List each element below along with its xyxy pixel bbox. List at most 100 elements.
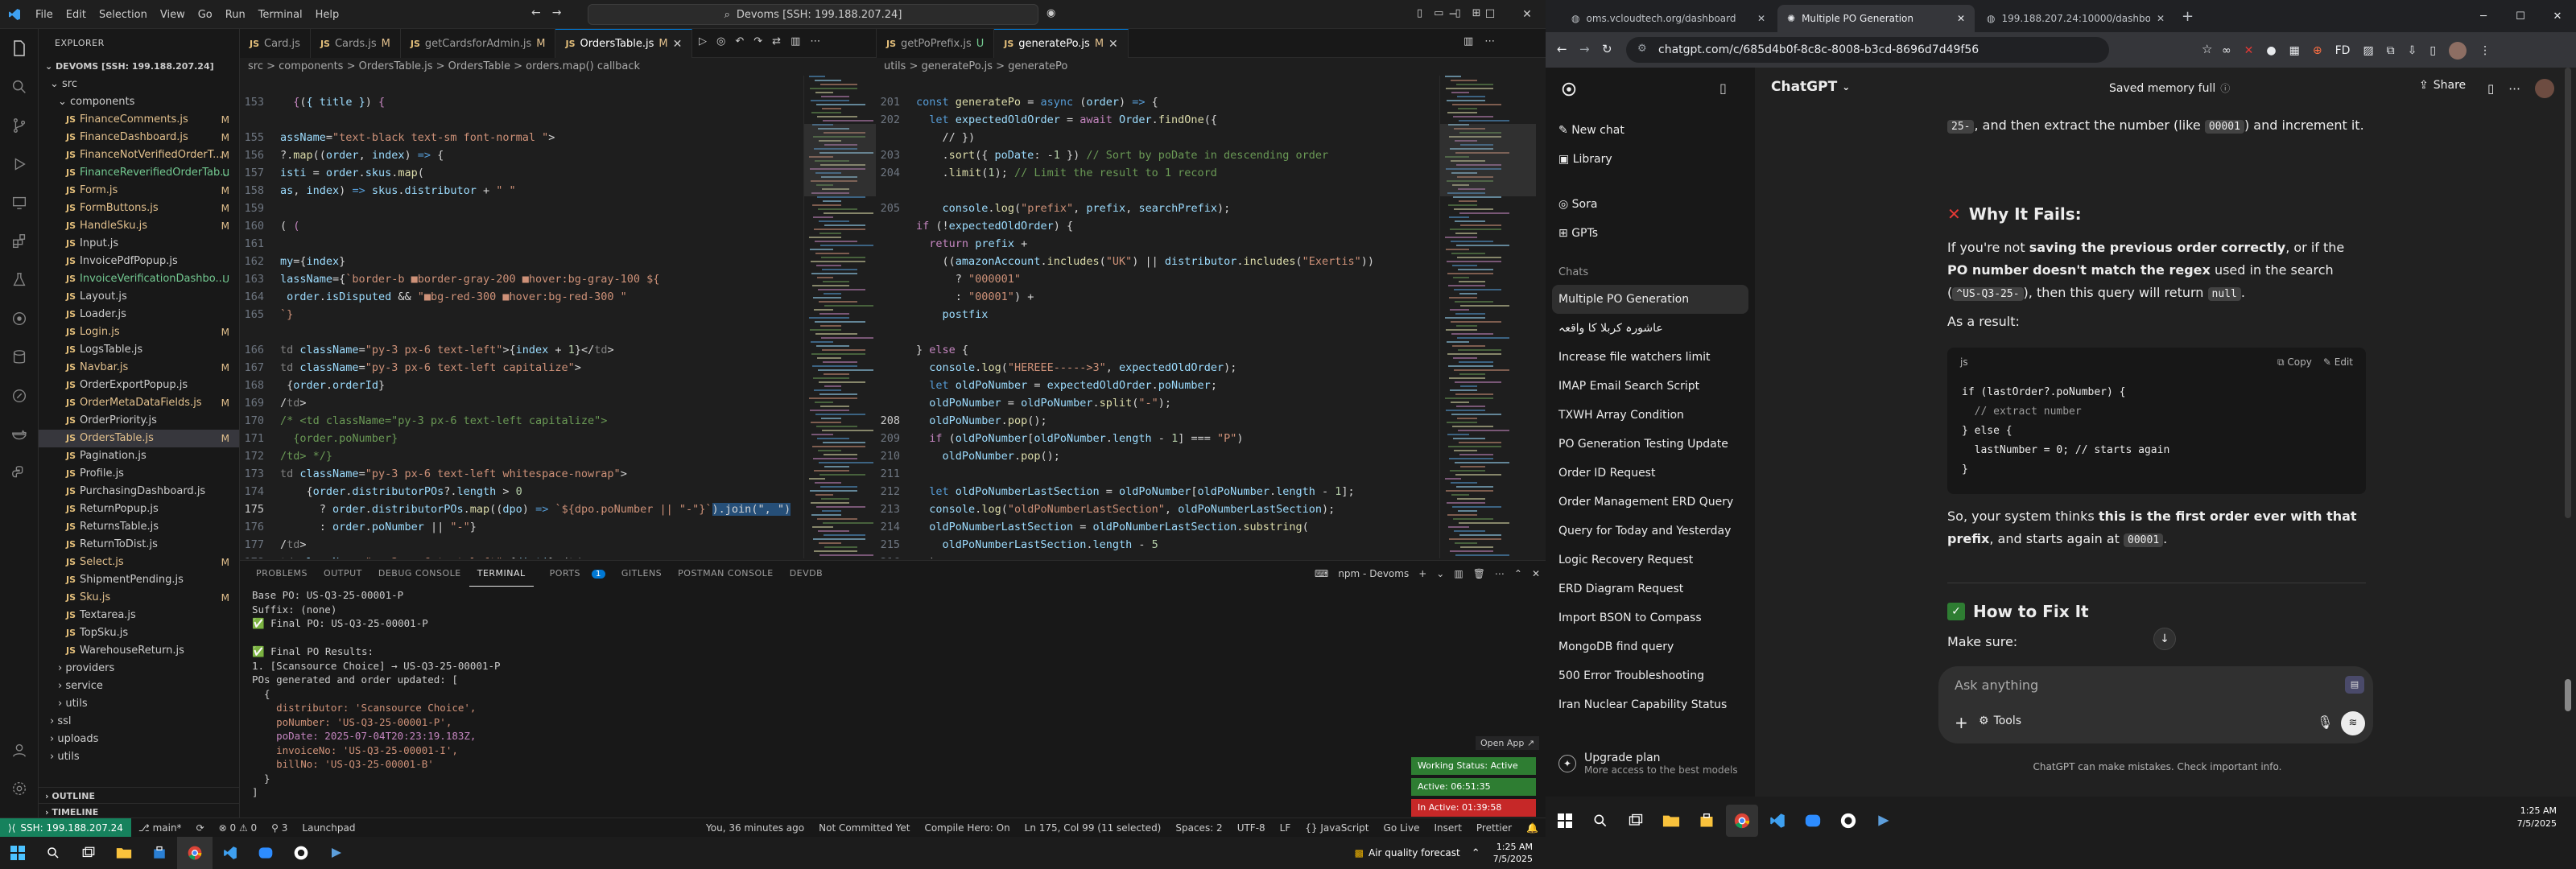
- folder-item[interactable]: › providers: [39, 660, 239, 677]
- chevron-down-icon[interactable]: ⌄: [1436, 568, 1444, 579]
- left-minimap[interactable]: [803, 76, 876, 558]
- menu-edit[interactable]: Edit: [60, 9, 93, 21]
- chrome-tab-multiple-po[interactable]: ✺ Multiple PO Generation ✕: [1777, 5, 1975, 32]
- zoom-icon[interactable]: [1797, 805, 1829, 837]
- go-live-status[interactable]: Go Live: [1377, 822, 1427, 834]
- close-tab-icon[interactable]: ✕: [2157, 13, 2165, 24]
- folder-item[interactable]: › ssl: [39, 713, 239, 731]
- task-view-icon[interactable]: [1620, 805, 1652, 837]
- microphone-icon[interactable]: 🎙: [2317, 715, 2333, 730]
- split-terminal-icon[interactable]: ▥: [1454, 568, 1463, 579]
- chat-history-item[interactable]: PO Generation Testing Update: [1546, 430, 1755, 459]
- file-item[interactable]: JS FinanceDashboard.js M: [39, 129, 239, 146]
- profile-avatar[interactable]: [2449, 42, 2467, 60]
- folder-item[interactable]: › service: [39, 677, 239, 695]
- manage-gear-icon[interactable]: [0, 769, 39, 808]
- file-item[interactable]: JS Login.js M: [39, 323, 239, 341]
- tab-problems[interactable]: PROBLEMS: [248, 561, 316, 587]
- file-item[interactable]: JS OrderPriority.js: [39, 412, 239, 430]
- file-item[interactable]: JS FormButtons.js M: [39, 200, 239, 217]
- remote-explorer-icon[interactable]: [0, 183, 39, 222]
- scrollbar[interactable]: [2565, 68, 2571, 518]
- chat-history-item[interactable]: ERD Diagram Request: [1546, 575, 1755, 603]
- sora-link[interactable]: ◎ Sora: [1546, 190, 1755, 219]
- terminal-name[interactable]: npm - Devoms: [1338, 568, 1409, 579]
- command-center-search[interactable]: ⌕ Devoms [SSH: 199.188.207.24]: [588, 4, 1038, 25]
- chat-history-item[interactable]: Order Management ERD Query: [1546, 488, 1755, 517]
- extensions-icon[interactable]: [0, 222, 39, 261]
- close-sidebar-icon[interactable]: ▯: [1719, 80, 1727, 96]
- scrollbar-thumb[interactable]: [2565, 679, 2571, 711]
- close-tab-icon[interactable]: ✕: [1957, 13, 1965, 24]
- launchpad-status[interactable]: Launchpad: [295, 822, 362, 834]
- library-link[interactable]: ▣ Library: [1546, 145, 1755, 174]
- chat-history-item[interactable]: Query for Today and Yesterday: [1546, 517, 1755, 546]
- chat-history-item[interactable]: TXWH Array Condition: [1546, 401, 1755, 430]
- file-item[interactable]: JS Layout.js: [39, 288, 239, 306]
- editor-tab[interactable]: JS getCardsforAdmin.js M: [400, 29, 556, 58]
- prompt-input[interactable]: Ask anything: [1955, 677, 2038, 693]
- remote-indicator[interactable]: ⟩⟨ SSH: 199.188.207.24: [0, 818, 131, 837]
- close-icon[interactable]: ✕: [1509, 0, 1546, 29]
- file-explorer-icon[interactable]: [1655, 805, 1687, 837]
- redo-icon[interactable]: ↷: [753, 35, 762, 47]
- left-code-editor[interactable]: 153 {({ title }) { 155 assName="text-blac…: [240, 76, 803, 558]
- file-item[interactable]: JS ReturnsTable.js: [39, 518, 239, 536]
- extension-badge-icon[interactable]: ▤: [2345, 676, 2364, 694]
- file-item[interactable]: JS FinanceNotVerifiedOrderT... M: [39, 146, 239, 164]
- minimap-viewport[interactable]: [1440, 124, 1536, 196]
- file-item[interactable]: JS HandleSku.js M: [39, 217, 239, 235]
- eol-status[interactable]: LF: [1273, 822, 1298, 834]
- copilot-icon[interactable]: ◉: [1046, 7, 1055, 19]
- github-desktop-icon[interactable]: [283, 837, 319, 869]
- file-item[interactable]: JS Profile.js: [39, 465, 239, 483]
- file-item[interactable]: JS Sku.js M: [39, 589, 239, 607]
- right-minimap[interactable]: [1439, 76, 1536, 558]
- new-chat-button[interactable]: ✎ New chat: [1546, 116, 1755, 145]
- menu-help[interactable]: Help: [309, 9, 346, 21]
- zoom-icon[interactable]: [248, 837, 283, 869]
- close-tab-icon[interactable]: ✕: [1757, 13, 1765, 24]
- file-item[interactable]: JS Form.js M: [39, 182, 239, 200]
- compile-status[interactable]: Compile Hero: On: [917, 822, 1017, 834]
- maximize-icon[interactable]: ☐: [2502, 10, 2539, 23]
- problems-status[interactable]: ⊗ 0 ⚠ 0: [212, 822, 265, 834]
- chrome-icon[interactable]: [1726, 805, 1758, 837]
- store-icon[interactable]: [142, 837, 177, 869]
- voice-mode-icon[interactable]: ≋: [2341, 711, 2365, 735]
- store-icon[interactable]: [1690, 805, 1723, 837]
- source-control-icon[interactable]: [0, 106, 39, 145]
- windows-start-icon[interactable]: [1549, 805, 1581, 837]
- notifications-bell-icon[interactable]: 🔔: [1519, 822, 1546, 834]
- back-arrow-icon[interactable]: ←: [531, 6, 541, 19]
- clock[interactable]: 1:25 AM 7/5/2025: [1493, 841, 1546, 865]
- minimap-viewport[interactable]: [804, 124, 876, 196]
- model-selector[interactable]: ChatGPT ⌄: [1771, 79, 1850, 95]
- more-actions-icon[interactable]: ⋯: [1484, 35, 1495, 47]
- app-icon[interactable]: [319, 837, 354, 869]
- maximize-icon[interactable]: ☐: [1472, 0, 1509, 29]
- menu-go[interactable]: Go: [192, 9, 219, 21]
- more-actions-icon[interactable]: ⋯: [1495, 568, 1505, 579]
- share-button[interactable]: ⇪ Share: [2419, 79, 2466, 92]
- chevron-up-icon[interactable]: ⌃: [1472, 847, 1480, 859]
- chrome-tab-dashboard[interactable]: ◍ 199.188.207.24:10000/dashbo... ✕: [1977, 5, 2174, 32]
- right-code-editor[interactable]: 201 const generatePo = async (order) => {…: [876, 76, 1439, 558]
- tab-terminal[interactable]: TERMINAL: [469, 561, 534, 587]
- extension-icon[interactable]: ⇩: [2408, 44, 2417, 57]
- file-item[interactable]: JS Textarea.js: [39, 607, 239, 624]
- folder-item[interactable]: › utils: [39, 695, 239, 713]
- tools-button[interactable]: ⚙ Tools: [1979, 715, 2021, 727]
- folder-item[interactable]: ⌄ src: [39, 76, 239, 93]
- tab-ports[interactable]: PORTS 1: [534, 561, 613, 587]
- split-editor-icon[interactable]: ▥: [1463, 35, 1473, 47]
- file-item[interactable]: JS Loader.js: [39, 306, 239, 323]
- encoding-status[interactable]: UTF-8: [1230, 822, 1273, 834]
- vscode-icon[interactable]: [1761, 805, 1794, 837]
- editor-tab[interactable]: JS getPoPrefix.js U: [877, 29, 995, 58]
- vscode-icon[interactable]: [213, 837, 248, 869]
- forward-arrow-icon[interactable]: →: [552, 6, 562, 19]
- commit-status[interactable]: Not Committed Yet: [811, 822, 917, 834]
- tab-gitlens[interactable]: GITLENS: [613, 561, 670, 587]
- menu-run[interactable]: Run: [219, 9, 252, 21]
